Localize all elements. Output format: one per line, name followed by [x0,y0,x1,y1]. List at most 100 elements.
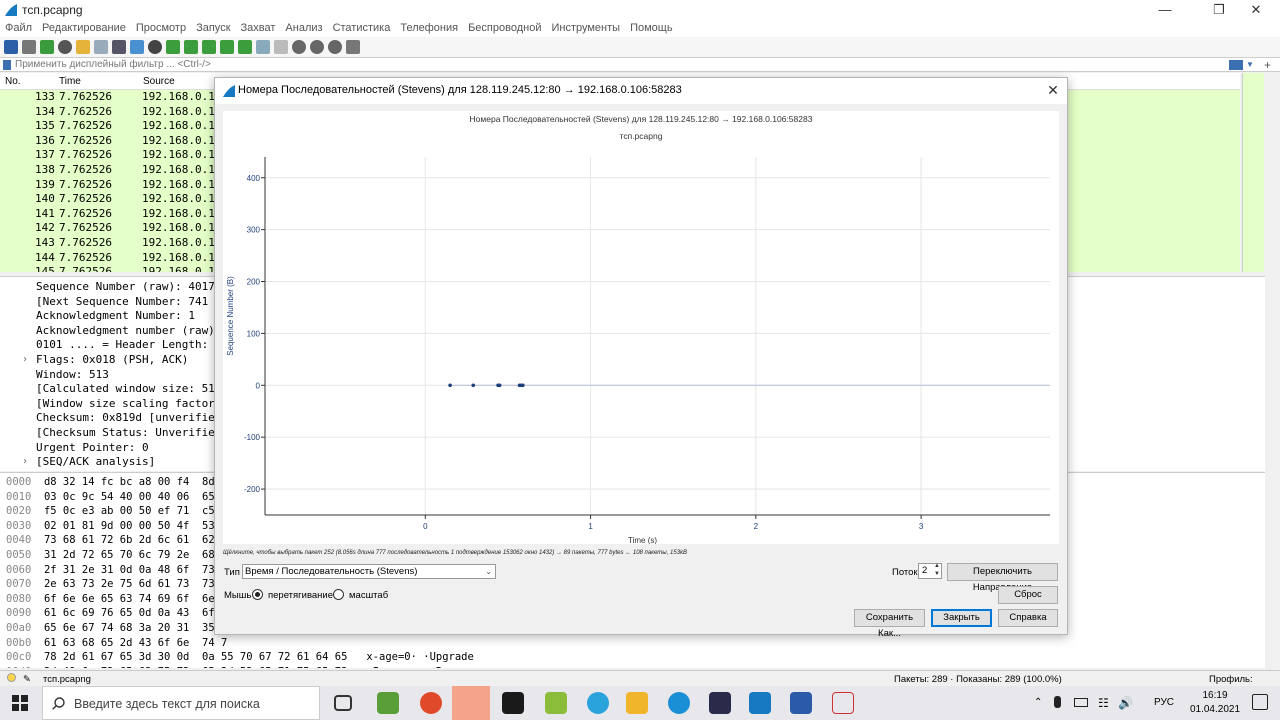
go-forward-icon[interactable] [184,40,198,54]
zoom-in-icon[interactable] [292,40,306,54]
stream-spinbox[interactable]: 2 ▲ ▼ [918,563,942,579]
detail-scrollbar[interactable] [1265,276,1280,471]
bookmark-icon[interactable] [3,60,11,70]
detail-line[interactable]: [Calculated window size: 513] [36,382,228,395]
hex-row[interactable]: 0080 6f 6e 6e 65 63 74 69 6f 6e 3 [6,593,246,605]
microphone-icon[interactable] [1054,696,1061,708]
hex-row[interactable]: 00b0 61 63 68 65 2d 43 6f 6e 74 7 [6,637,246,649]
menu-item-4[interactable]: Захват [241,20,276,37]
close-dialog-button[interactable]: Закрыть [931,609,992,627]
reset-button[interactable]: Сброс [998,586,1058,604]
notifications-icon[interactable] [1252,694,1268,710]
mouse-drag-label[interactable]: перетягивание [268,590,333,601]
switch-direction-button[interactable]: Переключить Направление [947,563,1058,593]
detail-line[interactable]: Urgent Pointer: 0 [36,441,149,454]
column-header-time[interactable]: Time [59,76,81,87]
menu-item-1[interactable]: Редактирование [42,20,126,37]
detail-line[interactable]: Sequence Number (raw): 4017210 [36,280,235,293]
help-button[interactable]: Справка [998,609,1058,627]
mouse-zoom-label[interactable]: масштаб [349,590,388,601]
menu-item-2[interactable]: Просмотр [136,20,186,37]
hex-row[interactable]: 0070 2e 63 73 2e 75 6d 61 73 73 2 [6,578,246,590]
apply-filter-icon[interactable] [1229,60,1243,70]
detail-line[interactable]: [Checksum Status: Unverified] [36,426,228,439]
zoom-out-icon[interactable] [310,40,324,54]
minimize-button[interactable]: — [1142,0,1188,20]
detail-line[interactable]: Checksum: 0x819d [unverified] [36,411,228,424]
spin-up-icon[interactable]: ▲ [934,563,940,570]
detail-line[interactable]: [Next Sequence Number: 741 [36,295,208,308]
taskbar-app-icon-2[interactable] [545,692,567,714]
menu-item-10[interactable]: Помощь [630,20,673,37]
volume-icon[interactable]: 🔊 [1118,696,1133,710]
edit-comment-icon[interactable]: ✎ [23,674,31,685]
detail-line[interactable]: Flags: 0x018 (PSH, ACK) [36,353,188,366]
telegram-icon[interactable] [587,692,609,714]
menu-item-8[interactable]: Беспроводной [468,20,541,37]
hex-row[interactable]: 0020 f5 0c e3 ab 00 50 ef 71 c5 1 [6,505,246,517]
taskbar-clock[interactable]: 16:19 01.04.2021 [1187,689,1243,717]
go-to-packet-icon[interactable] [202,40,216,54]
menu-item-5[interactable]: Анализ [285,20,322,37]
taskbar-search-box[interactable]: Введите здесь текст для поиска [42,686,320,720]
menu-item-3[interactable]: Запуск [196,20,230,37]
hex-row[interactable]: 0050 31 2d 72 65 70 6c 79 2e 68 7 [6,549,246,561]
go-back-icon[interactable] [166,40,180,54]
close-file-icon[interactable] [112,40,126,54]
hex-row[interactable]: 00c0 78 2d 61 67 65 3d 30 0d 0a 55 70 67… [6,651,474,663]
open-file-icon[interactable] [76,40,90,54]
tree-expand-icon[interactable]: › [22,456,28,467]
stop-capture-icon[interactable] [22,40,36,54]
hex-row[interactable]: 0010 03 0c 9c 54 40 00 40 06 65 0 [6,491,246,503]
tree-expand-icon[interactable]: › [22,354,28,365]
word-icon[interactable] [790,692,812,714]
taskbar-app-icon[interactable] [377,692,399,714]
save-as-button[interactable]: Сохранить Как... [854,609,925,639]
wifi-icon[interactable]: ☷ [1098,696,1109,710]
pycharm-icon[interactable] [502,692,524,714]
menu-item-9[interactable]: Инструменты [551,20,620,37]
mouse-zoom-radio[interactable] [333,589,344,600]
stevens-graph-plot[interactable]: Номера Последовательностей (Stevens) для… [223,111,1059,544]
stevens-graph-svg[interactable]: 0 1 2 3 -200 -100 0 100 200 300 400 Time (s) Sequenc… [223,111,1059,544]
hex-row[interactable]: 0040 73 68 61 72 6b 2d 6c 61 62 7 [6,534,246,546]
restart-capture-icon[interactable] [40,40,54,54]
windows-start-icon[interactable] [12,695,28,711]
column-header-no[interactable]: No. [5,76,21,87]
tray-chevron-up-icon[interactable]: ⌃ [1034,697,1042,708]
detail-line[interactable]: Acknowledgment number (raw): 2 [36,324,235,337]
hex-row[interactable]: 0060 2f 31 2e 31 0d 0a 48 6f 73 7 [6,564,246,576]
menu-item-7[interactable]: Телефония [400,20,458,37]
autoscroll-icon[interactable] [256,40,270,54]
hex-row[interactable]: 0030 02 01 81 9d 00 00 50 4f 53 5 [6,520,246,532]
dialog-close-button[interactable]: ✕ [1044,81,1062,99]
taskbar-app-icon-3[interactable] [709,692,731,714]
zoom-reset-icon[interactable] [328,40,342,54]
bytes-scrollbar[interactable] [1265,472,1280,668]
hex-row[interactable]: 0090 61 6c 69 76 65 0d 0a 43 6f 6 [6,607,246,619]
detail-line[interactable]: [SEQ/ACK analysis] [36,455,155,468]
detail-line[interactable]: Acknowledgment Number: 1 (r [36,309,235,322]
display-filter-bar[interactable]: Применить дисплейный фильтр ... <Ctrl-/>… [0,57,1280,72]
graph-type-select[interactable]: Время / Последовательность (Stevens) ⌄ [242,564,496,579]
chrome-icon[interactable] [420,692,442,714]
taskbar-app-icon-4[interactable] [832,692,854,714]
task-view-icon[interactable] [334,695,352,711]
add-filter-button-icon[interactable]: + [1264,58,1271,72]
close-window-button[interactable]: ✕ [1233,0,1279,20]
menu-item-6[interactable]: Статистика [333,20,391,37]
file-explorer-icon[interactable] [626,692,648,714]
edge-icon[interactable] [668,692,690,714]
packet-minimap[interactable] [1242,73,1264,272]
reload-icon[interactable] [130,40,144,54]
start-capture-icon[interactable] [4,40,18,54]
save-file-icon[interactable] [94,40,108,54]
detail-line[interactable]: 0101 .... = Header Length: 20 [36,338,228,351]
mouse-drag-radio[interactable] [252,589,263,600]
expert-info-icon[interactable] [7,673,16,682]
taskbar-search-input[interactable]: Введите здесь текст для поиска [74,697,260,711]
resize-columns-icon[interactable] [346,40,360,54]
packet-list-scrollbar[interactable] [1265,73,1280,272]
capture-options-icon[interactable] [58,40,72,54]
hex-row[interactable]: 00d0 2d 49 6e 73 65 63 75 72 65 2d 52 65… [6,666,474,668]
